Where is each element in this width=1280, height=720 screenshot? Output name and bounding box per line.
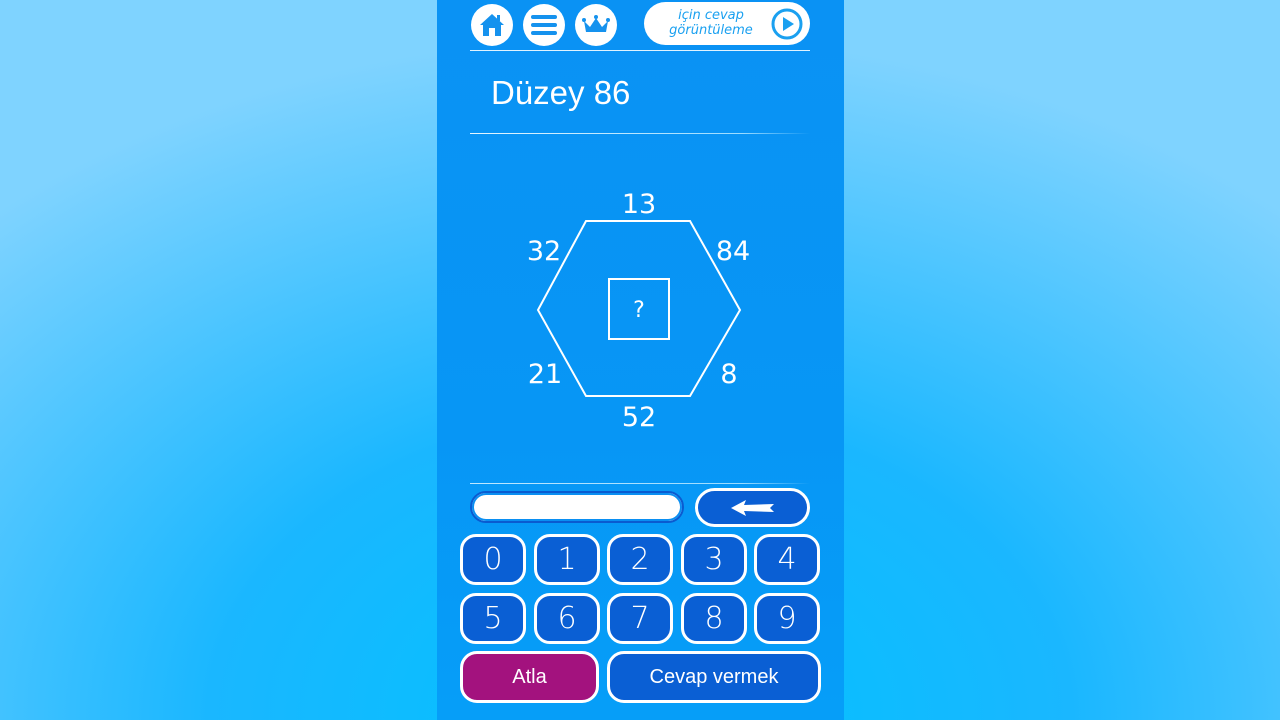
digit-3-button[interactable]: 3 bbox=[681, 534, 747, 585]
level-title: Düzey 86 bbox=[491, 74, 631, 111]
hex-number-upper-right: 84 bbox=[716, 236, 750, 267]
leaderboard-button[interactable] bbox=[575, 4, 617, 46]
keypad-divider bbox=[470, 483, 810, 484]
home-icon bbox=[480, 14, 504, 36]
digit-2-button[interactable]: 2 bbox=[607, 534, 673, 585]
game-panel: için cevap görüntüleme Düzey 86 ? 13 84 … bbox=[437, 0, 844, 720]
digit-8-button[interactable]: 8 bbox=[681, 593, 747, 644]
digit-4-button[interactable]: 4 bbox=[754, 534, 820, 585]
hex-number-upper-left: 32 bbox=[527, 236, 561, 267]
center-question-mark: ? bbox=[633, 298, 645, 323]
digit-6-button[interactable]: 6 bbox=[534, 593, 600, 644]
crown-icon bbox=[582, 15, 610, 32]
hex-number-bottom: 52 bbox=[622, 402, 656, 433]
answer-input[interactable] bbox=[470, 491, 684, 523]
digit-0-button[interactable]: 0 bbox=[460, 534, 526, 585]
view-answer-label: için cevap görüntüleme bbox=[669, 8, 753, 38]
skip-button[interactable]: Atla bbox=[460, 651, 599, 703]
hex-number-top: 13 bbox=[622, 189, 656, 220]
menu-button[interactable] bbox=[523, 4, 565, 46]
hex-number-lower-right: 8 bbox=[720, 359, 737, 390]
digit-9-button[interactable]: 9 bbox=[754, 593, 820, 644]
hexagon-puzzle: ? 13 84 8 52 21 32 bbox=[527, 189, 750, 433]
digit-5-button[interactable]: 5 bbox=[460, 593, 526, 644]
digit-1-button[interactable]: 1 bbox=[534, 534, 600, 585]
menu-icon bbox=[531, 15, 557, 35]
home-button[interactable] bbox=[471, 4, 513, 46]
view-answer-button[interactable]: için cevap görüntüleme bbox=[644, 2, 810, 45]
header-divider bbox=[470, 50, 810, 51]
arrow-left-icon bbox=[730, 499, 774, 516]
play-icon bbox=[771, 8, 803, 40]
submit-answer-button[interactable]: Cevap vermek bbox=[607, 651, 821, 703]
hex-number-lower-left: 21 bbox=[528, 359, 562, 390]
title-divider bbox=[470, 133, 810, 134]
backspace-button[interactable] bbox=[695, 488, 810, 527]
digit-7-button[interactable]: 7 bbox=[607, 593, 673, 644]
